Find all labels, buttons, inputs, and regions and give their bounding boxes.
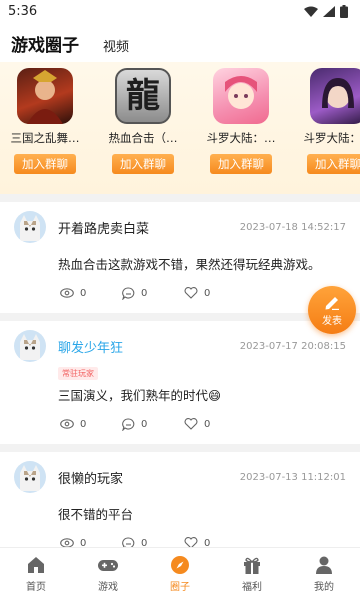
tabbar-circle[interactable]: 圈子 [144, 548, 216, 600]
join-group-button[interactable]: 加入群聊 [307, 154, 360, 174]
eye-icon [60, 419, 74, 429]
battery-icon [340, 4, 348, 18]
game-card[interactable]: 斗罗大陆：… 加入群聊 [206, 68, 276, 174]
gift-icon [244, 557, 260, 574]
game-card[interactable]: 斗罗大陆：… 加入群聊 [303, 68, 360, 174]
author-name[interactable]: 开着路虎卖白菜 [58, 218, 149, 237]
view-count[interactable]: 0 [60, 288, 122, 299]
post-feed: 开着路虎卖白菜 2023-07-18 14:52:17 热血合击这款游戏不错，果… [0, 202, 360, 571]
post-stats: 0 0 0 [60, 273, 346, 313]
wifi-icon [304, 6, 318, 17]
join-group-button[interactable]: 加入群聊 [14, 154, 76, 174]
comment-icon [122, 286, 135, 300]
game-icon-glyph: 龍 [126, 76, 160, 116]
comment-icon [122, 417, 135, 431]
status-time: 5:36 [8, 3, 38, 19]
comment-count-value: 0 [141, 287, 148, 299]
heart-icon [184, 418, 198, 430]
author-name[interactable]: 很懒的玩家 [58, 468, 123, 487]
post-time: 2023-07-17 20:08:15 [239, 340, 346, 352]
avatar[interactable] [14, 211, 46, 243]
compass-icon [171, 556, 189, 574]
publish-button[interactable]: 发表 [308, 286, 356, 334]
post-content: 三国演义，我们熟年的时代😄 [58, 388, 222, 403]
avatar[interactable] [14, 330, 46, 362]
game-name: 热血合击（… [108, 131, 178, 145]
post-time: 2023-07-18 14:52:17 [239, 221, 346, 233]
game-icon [213, 68, 269, 124]
post-content: 很不错的平台 [58, 507, 134, 522]
game-name: 斗罗大陆：… [206, 131, 276, 145]
like-count-value: 0 [204, 287, 211, 299]
avatar[interactable] [14, 461, 46, 493]
tabbar-games[interactable]: 游戏 [72, 548, 144, 600]
tabbar-home-label: 首页 [26, 582, 46, 593]
tabbar-welfare[interactable]: 福利 [216, 548, 288, 600]
comment-count-value: 0 [141, 418, 148, 430]
game-card[interactable]: 三国之乱舞… 加入群聊 [10, 68, 80, 174]
status-bar: 5:36 [0, 0, 360, 22]
game-card[interactable]: 龍 热血合击（… 加入群聊 [108, 68, 178, 174]
game-icon [310, 68, 360, 124]
tabbar-mine[interactable]: 我的 [288, 548, 360, 600]
bottom-tab-bar: 首页 游戏 圈子 福利 我的 [0, 547, 360, 600]
game-name: 斗罗大陆：… [303, 131, 360, 145]
post-card[interactable]: 开着路虎卖白菜 2023-07-18 14:52:17 热血合击这款游戏不错，果… [0, 202, 360, 313]
view-count[interactable]: 0 [60, 419, 122, 430]
post-time: 2023-07-13 11:12:01 [239, 471, 346, 483]
user-icon [316, 556, 332, 574]
tabbar-home[interactable]: 首页 [0, 548, 72, 600]
like-count[interactable]: 0 [184, 287, 246, 299]
game-icon [17, 68, 73, 124]
game-group-list: 三国之乱舞… 加入群聊 龍 热血合击（… 加入群聊 斗罗大陆：… 加入群聊 斗罗… [0, 62, 360, 194]
post-card[interactable]: 聊发少年狂 2023-07-17 20:08:15 常驻玩家 三国演义，我们熟年… [0, 321, 360, 444]
like-count-value: 0 [204, 418, 211, 430]
join-group-button[interactable]: 加入群聊 [210, 154, 272, 174]
tabbar-circle-label: 圈子 [170, 582, 190, 593]
eye-icon [60, 288, 74, 298]
tabbar-welfare-label: 福利 [242, 582, 262, 593]
tab-game-circle[interactable]: 游戏圈子 [11, 31, 79, 60]
signal-icon [323, 5, 335, 17]
home-icon [28, 557, 44, 573]
player-badge: 常驻玩家 [58, 367, 98, 380]
header: 游戏圈子 视频 [0, 22, 360, 62]
game-name: 三国之乱舞… [10, 131, 80, 145]
view-count-value: 0 [80, 287, 87, 299]
tabbar-games-label: 游戏 [98, 582, 118, 593]
heart-icon [184, 287, 198, 299]
join-group-button[interactable]: 加入群聊 [112, 154, 174, 174]
comment-count[interactable]: 0 [122, 286, 184, 300]
gamepad-icon [98, 560, 118, 571]
view-count-value: 0 [80, 418, 87, 430]
comment-count[interactable]: 0 [122, 417, 184, 431]
post-content: 热血合击这款游戏不错，果然还得玩经典游戏。 [58, 257, 321, 272]
tab-video[interactable]: 视频 [103, 36, 129, 55]
like-count[interactable]: 0 [184, 418, 246, 430]
post-stats: 0 0 0 [60, 404, 346, 444]
publish-label: 发表 [322, 316, 342, 327]
author-name[interactable]: 聊发少年狂 [58, 337, 123, 356]
pen-icon [325, 297, 339, 310]
tabbar-mine-label: 我的 [314, 582, 334, 593]
game-icon: 龍 [115, 68, 171, 124]
